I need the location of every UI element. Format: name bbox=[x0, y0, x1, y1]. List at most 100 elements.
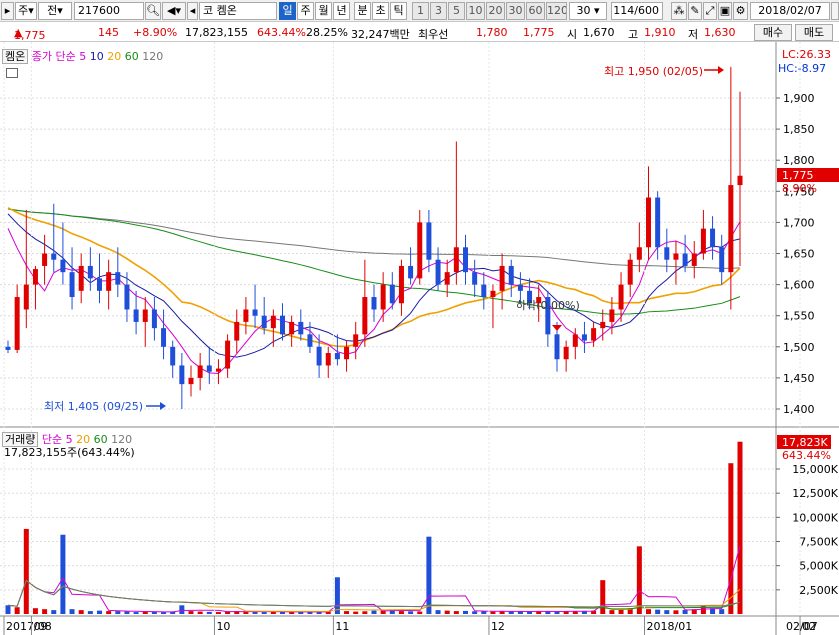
volume-bar bbox=[197, 611, 203, 614]
volume-tick-label: 10,000K bbox=[792, 511, 838, 524]
date-field[interactable]: 2018/02/07 bbox=[750, 2, 830, 20]
legend-ma20: 20 bbox=[107, 50, 122, 63]
volume-info: 17,823,155주(643.44%) bbox=[4, 446, 135, 459]
count-field[interactable]: 114/600 bbox=[611, 2, 663, 20]
quote-bar: 1,775 ▲ 145 +8.90% 17,823,155 643.44% 28… bbox=[0, 23, 839, 42]
candle-body bbox=[142, 309, 148, 322]
chart-type-icon[interactable]: ⁂ bbox=[671, 2, 687, 20]
low-annotation: 최저 1,405 (09/25) bbox=[44, 400, 143, 413]
candle-body bbox=[581, 334, 587, 341]
price-tick-label: 1,600 bbox=[783, 279, 815, 292]
volume-bar bbox=[60, 534, 66, 614]
price-tick-label: 1,450 bbox=[783, 372, 815, 385]
quote-high: 1,910 bbox=[644, 26, 676, 39]
candle-body bbox=[444, 272, 450, 285]
custom-interval-value: 30 bbox=[576, 4, 591, 17]
interval-3[interactable]: 3 bbox=[430, 2, 447, 20]
legend-stock-name[interactable]: 켐온 bbox=[2, 49, 29, 64]
candle-body bbox=[435, 259, 441, 285]
table-view-icon[interactable] bbox=[6, 68, 18, 78]
volume-bar bbox=[472, 611, 478, 614]
interval-1[interactable]: 1 bbox=[412, 2, 429, 20]
volume-bar bbox=[87, 611, 93, 614]
vol-tag: 17,823K bbox=[782, 436, 828, 449]
candle-body bbox=[362, 297, 368, 335]
period-tab-day[interactable]: 일 bbox=[279, 2, 296, 20]
volume-bar bbox=[51, 610, 57, 614]
candle-body bbox=[234, 321, 240, 341]
settings-icon[interactable]: ⚙ bbox=[733, 2, 748, 20]
search-icon[interactable]: 🔍︎ bbox=[145, 2, 161, 20]
quote-amount: 32,247백만 bbox=[351, 28, 410, 41]
volume-bar bbox=[728, 463, 734, 614]
quote-vol-ratio: 643.44% bbox=[257, 26, 306, 39]
candle-body bbox=[737, 175, 743, 186]
custom-interval-select[interactable]: 30 ▾ bbox=[569, 2, 607, 20]
calendar-icon[interactable] bbox=[831, 2, 839, 20]
volume-bar bbox=[42, 609, 48, 614]
price-tick-label: 1,800 bbox=[783, 154, 815, 167]
quote-high-label: 고 bbox=[628, 28, 639, 41]
candle-body bbox=[106, 272, 112, 291]
draw-icon[interactable]: ⤢ bbox=[703, 2, 717, 20]
candle-body bbox=[353, 334, 359, 347]
volume-bar bbox=[426, 536, 432, 614]
x-tick-label: 10 bbox=[216, 620, 230, 633]
period-tab-tick[interactable]: 틱 bbox=[390, 2, 407, 20]
candle-body bbox=[78, 265, 84, 291]
interval-5[interactable]: 5 bbox=[448, 2, 465, 20]
lc-label: LC:26.33 bbox=[782, 48, 831, 61]
stock-name: 켐온 bbox=[216, 4, 237, 17]
candle-body bbox=[472, 272, 478, 285]
date-value: 2018/02/07 bbox=[758, 4, 822, 17]
stock-name-prefix: 코 bbox=[203, 4, 214, 17]
interval-10[interactable]: 10 bbox=[466, 2, 485, 20]
interval-20[interactable]: 20 bbox=[486, 2, 505, 20]
save-icon[interactable]: ▣ bbox=[718, 2, 732, 20]
volume-bar bbox=[646, 609, 651, 614]
menu-icon[interactable]: ▸ bbox=[1, 2, 14, 20]
candle-body bbox=[97, 278, 102, 291]
candle-body bbox=[51, 253, 57, 260]
market-select[interactable]: 주▾ bbox=[15, 2, 37, 20]
candle-body bbox=[252, 309, 258, 316]
volume-bar bbox=[490, 611, 496, 614]
legend-ma-label: 종가 단순 bbox=[31, 50, 76, 63]
period-tab-month[interactable]: 월 bbox=[315, 2, 332, 20]
volume-tick-label: 15,000K bbox=[792, 463, 838, 476]
x-last-label: 02/07 bbox=[786, 620, 818, 633]
speaker-icon[interactable]: ◀▾ bbox=[162, 2, 186, 20]
volume-bar bbox=[527, 611, 533, 614]
candle-body bbox=[398, 265, 404, 304]
candle-body bbox=[609, 309, 615, 322]
prev-stock-button[interactable]: ◂ bbox=[187, 2, 198, 20]
period-tab-week[interactable]: 주 bbox=[297, 2, 314, 20]
type-select[interactable]: 전▾ bbox=[38, 2, 72, 20]
interval-30[interactable]: 30 bbox=[506, 2, 525, 20]
candle-body bbox=[14, 297, 20, 350]
quote-price: 1,775 ▲ bbox=[14, 26, 46, 42]
volume-bar bbox=[463, 610, 468, 614]
interval-60[interactable]: 60 bbox=[526, 2, 545, 20]
period-tab-minute[interactable]: 분 bbox=[354, 2, 371, 20]
candle-body bbox=[517, 284, 523, 291]
sell-button[interactable]: 매도 bbox=[795, 24, 833, 41]
candle-body bbox=[60, 259, 66, 273]
candle-body bbox=[380, 284, 386, 310]
code-input[interactable]: 217600 bbox=[74, 2, 144, 20]
chart-background bbox=[0, 42, 839, 635]
period-tab-year[interactable]: 년 bbox=[333, 2, 350, 20]
stock-name-field[interactable]: 코 켐온 bbox=[199, 2, 277, 20]
buy-button[interactable]: 매수 bbox=[754, 24, 792, 41]
quote-low-label: 저 bbox=[688, 28, 699, 41]
candle-body bbox=[270, 315, 276, 329]
tools-icon[interactable]: ✎ bbox=[688, 2, 702, 20]
candle-body bbox=[133, 309, 139, 322]
period-tab-second[interactable]: 초 bbox=[372, 2, 389, 20]
volume-bar bbox=[481, 611, 487, 614]
interval-120[interactable]: 120 bbox=[546, 2, 567, 20]
volume-bar bbox=[161, 612, 167, 614]
volume-bar bbox=[252, 611, 258, 614]
candle-body bbox=[636, 247, 642, 260]
stock-chart[interactable]: 1,4001,4501,5001,5501,6001,6501,7001,750… bbox=[0, 42, 839, 635]
